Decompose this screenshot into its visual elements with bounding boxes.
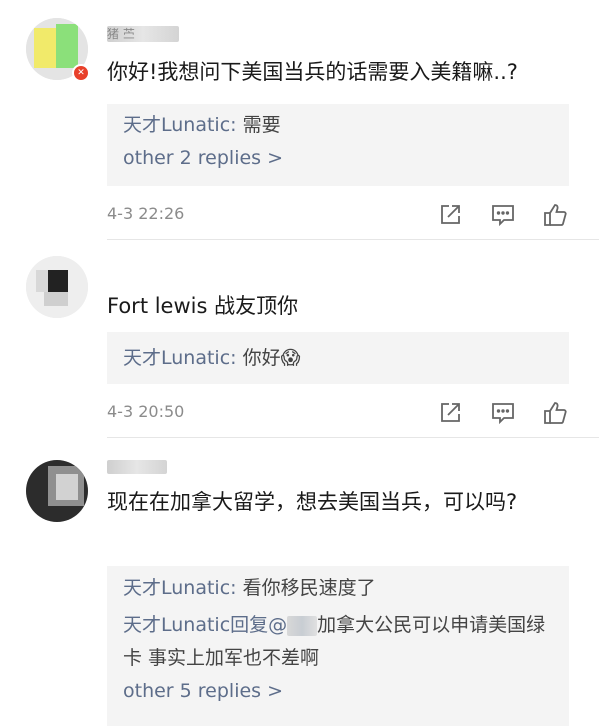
reply-box: 天才Lunatic: 需要 other 2 replies > [107,104,569,186]
comment-item: ✕ 猪 苎 你好!我想问下美国当兵的话需要入美籍嘛..? 天才Lunatic: … [0,0,599,240]
reply-author[interactable]: 天才Lunatic回复@ [123,614,287,636]
comment-item: 现在在加拿大留学，想去美国当兵，可以吗? 天才Lunatic: 看你移民速度了 … [0,438,599,728]
reply-author[interactable]: 天才Lunatic: [123,114,237,136]
comment-text: 现在在加拿大留学，想去美国当兵，可以吗? [107,490,518,514]
reply-line: 天才Lunatic: 你好😱 [107,342,569,375]
reply-content: 看你移民速度了 [236,577,376,599]
thumbs-up-icon[interactable] [542,400,568,426]
timestamp: 4-3 20:50 [107,402,185,421]
comment-text: 你好!我想问下美国当兵的话需要入美籍嘛..? [107,60,518,84]
username[interactable] [107,460,167,474]
reply-author[interactable]: 天才Lunatic: [123,577,237,599]
reply-line: 天才Lunatic: 看你移民速度了 [107,572,569,605]
share-icon[interactable] [437,202,463,228]
reply-author[interactable]: 天才Lunatic: [123,347,237,369]
reply-content: 你好😱 [236,347,301,369]
comment-meta: 4-3 22:26 [107,200,569,230]
reply-line: 天才Lunatic: 需要 [107,109,569,142]
timestamp: 4-3 22:26 [107,204,185,223]
redacted-mention [287,615,318,636]
reply-content: 需要 [236,114,281,136]
more-replies-link[interactable]: other 2 replies > [123,147,283,169]
avatar[interactable] [26,256,88,318]
reply-box: 天才Lunatic: 你好😱 [107,332,569,384]
thumbs-up-icon[interactable] [542,202,568,228]
username[interactable]: 猪 苎 [107,26,179,42]
reply-line: 天才Lunatic回复@ 加拿大公民可以申请美国绿卡 事实上加军也不差啊 [107,605,569,675]
comment-meta: 4-3 20:50 [107,398,569,428]
comment-icon[interactable] [490,202,516,228]
comment-text: Fort lewis 战友顶你 [107,294,299,318]
avatar[interactable] [26,460,88,522]
share-icon[interactable] [437,400,463,426]
more-replies-link[interactable]: other 5 replies > [123,680,283,702]
reply-box: 天才Lunatic: 看你移民速度了 天才Lunatic回复@ 加拿大公民可以申请… [107,566,569,726]
comment-icon[interactable] [490,400,516,426]
verified-badge-icon: ✕ [72,64,90,82]
comment-item: Fort lewis 战友顶你 天才Lunatic: 你好😱 4-3 20:50 [0,240,599,438]
more-replies-row: other 5 replies > [107,675,569,708]
more-replies-row: other 2 replies > [107,142,569,175]
